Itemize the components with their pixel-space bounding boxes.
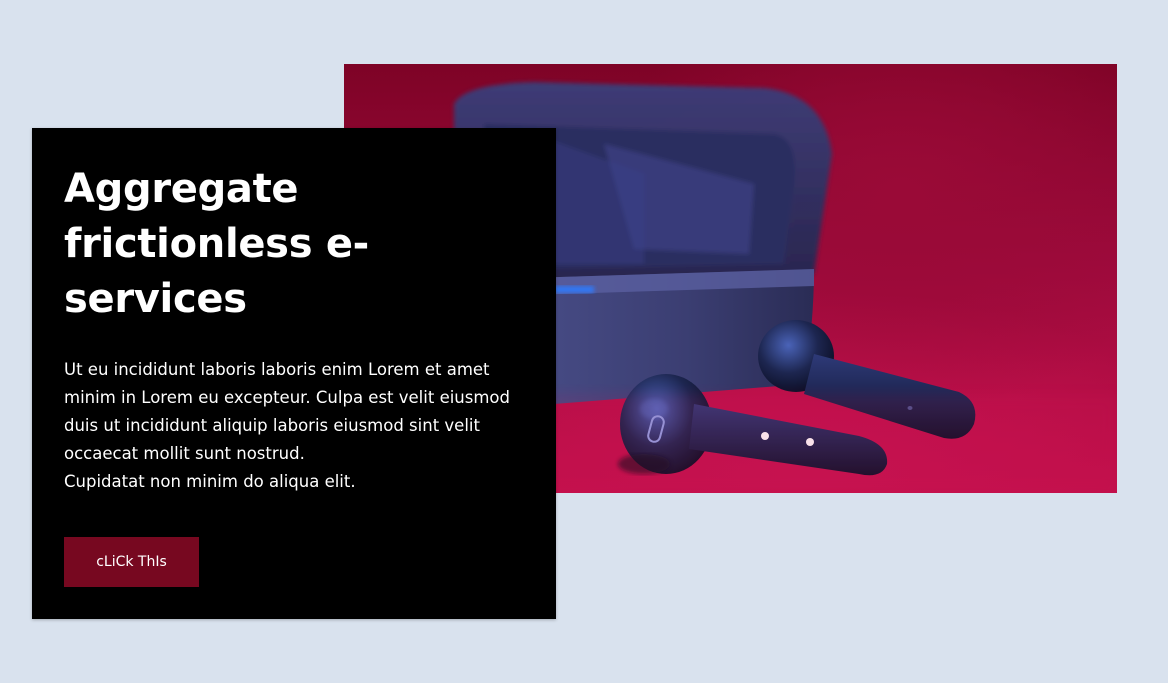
card-body-paragraph: Ut eu incididunt laboris laboris enim Lo… [64,360,510,463]
card-title: Aggregate frictionless e-services [64,166,369,322]
card-body-text: Ut eu incididunt laboris laboris enim Lo… [64,356,534,496]
card-body-line: Cupidatat non minim do aliqua elit. [64,472,356,491]
promo-card: Aggregate frictionless e-services Ut eu … [32,128,556,619]
click-this-button[interactable]: cLiCk ThIs [64,537,199,587]
